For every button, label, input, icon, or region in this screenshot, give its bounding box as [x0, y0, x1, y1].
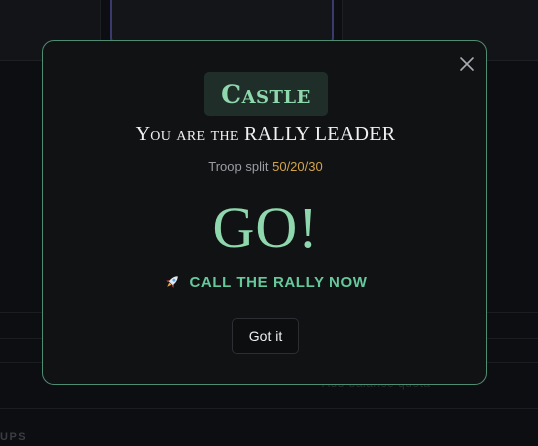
close-button[interactable] — [458, 55, 476, 73]
troop-split: Troop split 50/20/30 — [43, 159, 488, 174]
go-text: GO! — [212, 195, 319, 260]
target-badge: Castle — [204, 72, 328, 116]
call-rally-line: CALL THE RALLY NOW — [43, 273, 488, 291]
role-text: You are the RALLY LEADER — [135, 123, 396, 145]
call-rally-text: CALL THE RALLY NOW — [189, 273, 368, 291]
rocket-icon — [166, 276, 179, 288]
rally-modal: Castle You are the RALLY LEADER Troop sp… — [42, 40, 487, 385]
close-icon — [460, 57, 474, 71]
app-screen: Add balance quota UPS Castle You are the… — [0, 0, 538, 446]
troop-split-value: 50/20/30 — [272, 159, 323, 174]
background-section-label: UPS — [0, 431, 28, 443]
background-divider — [0, 408, 538, 409]
troop-split-label: Troop split — [208, 159, 269, 174]
got-it-button[interactable]: Got it — [232, 318, 299, 354]
background-card-selected — [110, 0, 334, 44]
